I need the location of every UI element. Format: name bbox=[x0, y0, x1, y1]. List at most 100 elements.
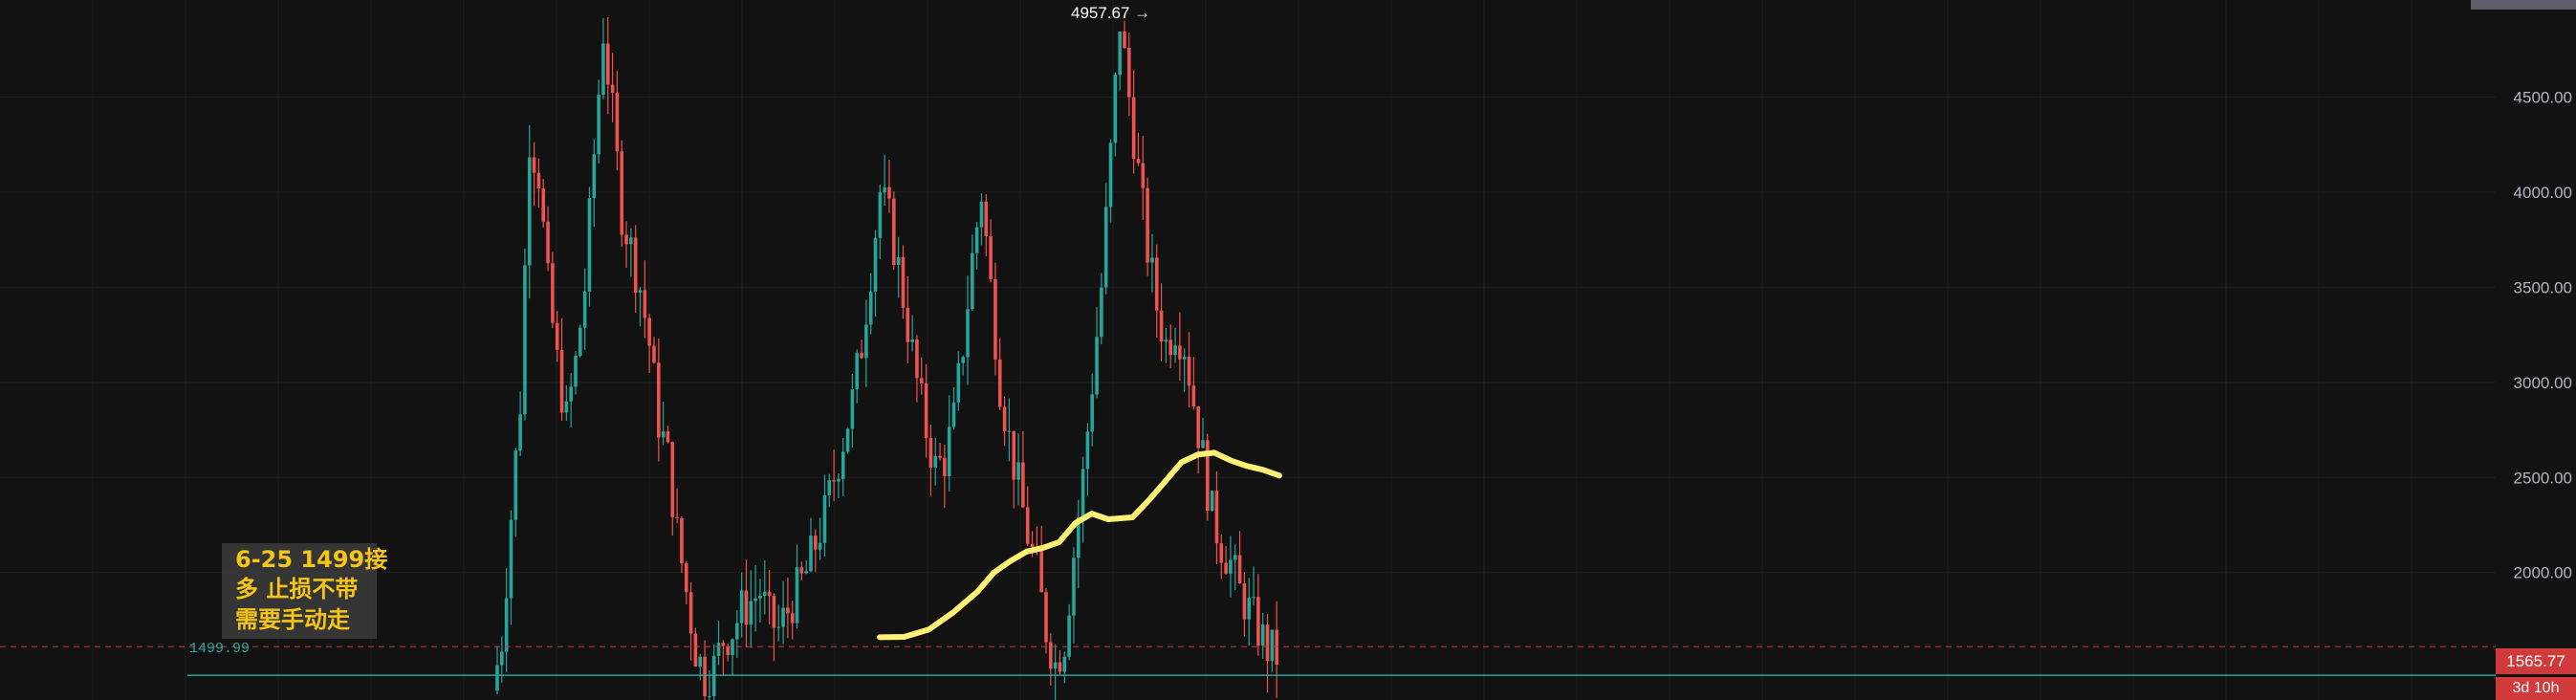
candle-body bbox=[814, 536, 818, 550]
candle-body bbox=[1062, 656, 1067, 672]
candle-body bbox=[795, 567, 799, 623]
candle-body bbox=[610, 84, 615, 94]
candle-body bbox=[984, 201, 989, 237]
candle-body bbox=[1154, 257, 1159, 311]
candle-body bbox=[776, 626, 781, 628]
candle-body bbox=[1201, 440, 1205, 448]
candle-body bbox=[684, 563, 688, 593]
candle-body bbox=[624, 234, 628, 245]
candle-body bbox=[601, 43, 605, 96]
candle-body bbox=[615, 93, 620, 152]
candle-body bbox=[892, 198, 896, 266]
candle-body bbox=[840, 451, 845, 479]
candle-body bbox=[832, 480, 836, 482]
candle-body bbox=[928, 438, 933, 468]
y-tick-label: 2500.00 bbox=[2514, 469, 2572, 487]
candle-body bbox=[979, 201, 984, 228]
candle-body bbox=[605, 43, 610, 85]
candle-body bbox=[587, 198, 592, 292]
candle-body bbox=[559, 349, 564, 413]
candle-body bbox=[873, 237, 878, 292]
candle-body bbox=[855, 353, 860, 390]
candle-body bbox=[518, 414, 522, 451]
candle-body bbox=[698, 656, 703, 667]
candle-body bbox=[956, 362, 961, 403]
candle-body bbox=[661, 431, 666, 438]
candle-body bbox=[579, 327, 582, 357]
candle-body bbox=[993, 279, 997, 360]
candle-body bbox=[1021, 462, 1025, 508]
candle-body bbox=[818, 542, 822, 550]
candle-body bbox=[620, 151, 624, 235]
candle-body bbox=[919, 378, 924, 383]
candle-body bbox=[693, 633, 698, 667]
candle-body bbox=[597, 95, 600, 155]
candle-body bbox=[878, 192, 883, 238]
candle-body bbox=[1182, 357, 1187, 360]
candle-body bbox=[947, 427, 951, 476]
candle-body bbox=[1095, 337, 1099, 395]
top-price-badge bbox=[2471, 0, 2576, 10]
candle-body bbox=[753, 598, 757, 602]
candle-body bbox=[1260, 623, 1265, 646]
candle-body bbox=[951, 402, 956, 427]
candle-body bbox=[1002, 406, 1007, 431]
candle-body bbox=[536, 172, 541, 189]
candle-body bbox=[1178, 345, 1182, 360]
candle-body bbox=[541, 188, 546, 222]
candle-body bbox=[495, 665, 499, 691]
candle-body bbox=[1247, 598, 1252, 620]
y-tick-label: 4500.00 bbox=[2514, 88, 2572, 106]
candle-body bbox=[822, 494, 827, 543]
candle-body bbox=[1219, 543, 1224, 563]
candle-body bbox=[551, 263, 555, 323]
candle-body bbox=[569, 386, 573, 402]
candle-body bbox=[688, 592, 693, 634]
candle-body bbox=[1081, 469, 1085, 518]
candle-body bbox=[906, 307, 910, 342]
candle-body bbox=[896, 256, 901, 266]
candle-body bbox=[527, 157, 532, 266]
candle-body bbox=[799, 567, 804, 574]
candle-body bbox=[772, 596, 776, 628]
candle-body bbox=[804, 571, 808, 574]
candle-body bbox=[1039, 550, 1043, 593]
y-tick-label: 2000.00 bbox=[2514, 564, 2572, 582]
candle-body bbox=[924, 383, 928, 439]
candle-body bbox=[974, 227, 979, 253]
candle-body bbox=[546, 221, 550, 264]
candle-body bbox=[1058, 662, 1062, 672]
candle-body bbox=[1007, 430, 1012, 432]
candle-body bbox=[1044, 592, 1048, 643]
candle-body bbox=[961, 357, 965, 363]
candle-body bbox=[786, 607, 790, 614]
reference-line-label: 1499.99 bbox=[189, 641, 251, 657]
candle-body bbox=[532, 157, 536, 173]
candle-body bbox=[1168, 339, 1173, 356]
candle-body bbox=[883, 186, 886, 193]
candle-body bbox=[864, 324, 868, 359]
candle-body bbox=[629, 237, 633, 245]
annotation-line-1: 6-25 1499接 bbox=[235, 546, 388, 573]
candle-body bbox=[933, 455, 938, 468]
candle-body bbox=[670, 442, 675, 517]
candle-body bbox=[860, 353, 863, 359]
annotation-line-3: 需要手动走 bbox=[235, 606, 350, 633]
candle-body bbox=[1265, 623, 1270, 662]
candle-body bbox=[708, 696, 711, 698]
candle-body bbox=[837, 478, 840, 482]
candle-body bbox=[739, 590, 744, 623]
candle-body bbox=[1123, 32, 1126, 49]
candle-body bbox=[1127, 48, 1131, 98]
candle-body bbox=[1118, 32, 1122, 76]
price-chart[interactable]: 2000.00 2500.00 3000.00 3500.00 4000.00 4500.… bbox=[0, 0, 2576, 700]
candle-body bbox=[744, 590, 749, 625]
candle-body bbox=[1173, 345, 1177, 356]
candle-body bbox=[767, 591, 772, 597]
candle-body bbox=[643, 290, 647, 318]
candle-body bbox=[1214, 491, 1219, 544]
candle-body bbox=[915, 339, 919, 379]
candle-body bbox=[1164, 339, 1168, 342]
candle-body bbox=[666, 431, 670, 443]
candle-body bbox=[582, 291, 587, 328]
